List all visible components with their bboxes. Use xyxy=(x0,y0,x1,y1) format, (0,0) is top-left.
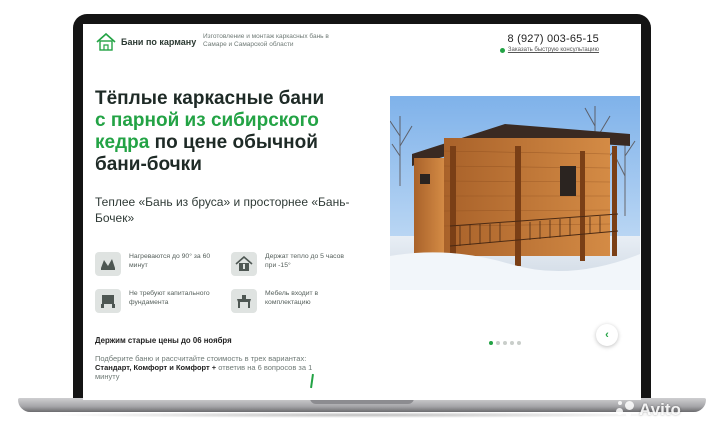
slider-dot[interactable] xyxy=(503,341,507,345)
quiz-lead: Подберите баню и рассчитайте стоимость в… xyxy=(95,354,307,363)
foundation-icon xyxy=(95,289,121,313)
furniture-icon xyxy=(231,289,257,313)
slider-dot[interactable] xyxy=(489,341,493,345)
text-cursor-icon xyxy=(310,373,314,389)
headline-line-1: Тёплые каркасные бани xyxy=(95,88,325,109)
slider-dots xyxy=(489,341,521,345)
slider-dot[interactable] xyxy=(517,341,521,345)
header-tagline: Изготовление и монтаж каркасных бань в С… xyxy=(203,33,329,48)
feature-text: Не требуют капитального фундамента xyxy=(129,290,210,306)
feature-text: Мебель входит в комплектацию xyxy=(265,290,319,306)
feature-text: Держат тепло до 5 часов при -15° xyxy=(265,253,345,269)
callback-link-label: Заказать быструю консультацию xyxy=(507,47,599,53)
hero-subhead: Теплее «Бань из бруса» и просторнее «Бан… xyxy=(95,195,350,225)
online-dot-icon xyxy=(499,47,505,53)
quiz-description: Подберите баню и рассчитайте стоимость в… xyxy=(95,354,315,381)
slider-prev-button[interactable]: ‹ xyxy=(596,324,618,346)
site-logo[interactable]: Бани по карману xyxy=(95,32,196,52)
heat-icon xyxy=(95,252,121,276)
chevron-left-icon: ‹ xyxy=(605,329,609,341)
feature-text: Нагреваются до 90° за 60 минут xyxy=(129,253,211,269)
sauna-photo xyxy=(390,96,640,290)
avito-logo-icon xyxy=(614,399,636,421)
old-prices-note: Держим старые цены до 06 ноября xyxy=(95,336,232,345)
laptop-frame: Бани по карману Изготовление и монтаж ка… xyxy=(0,0,720,436)
feature-heating: Нагреваются до 90° за 60 минут xyxy=(95,252,219,276)
slider-dot[interactable] xyxy=(510,341,514,345)
feature-furniture: Мебель входит в комплектацию xyxy=(231,289,355,313)
laptop-shadow xyxy=(40,412,684,418)
quiz-options: Стандарт, Комфорт и Комфорт + xyxy=(95,363,217,372)
hero-headline: Тёплые каркасные бани с парной из сибирс… xyxy=(95,88,365,176)
site-header: Бани по карману Изготовление и монтаж ка… xyxy=(83,24,641,62)
avito-watermark: Avito xyxy=(614,399,681,421)
website-screen: Бани по карману Изготовление и монтаж ка… xyxy=(83,24,641,400)
feature-foundation: Не требуют капитального фундамента xyxy=(95,289,219,313)
slider-dot[interactable] xyxy=(496,341,500,345)
phone-number[interactable]: 8 (927) 003-65-15 xyxy=(508,33,599,45)
brand-name: Бани по карману xyxy=(121,37,197,47)
feature-heat-retention: Держат тепло до 5 часов при -15° xyxy=(231,252,355,276)
watermark-text: Avito xyxy=(639,400,681,419)
house-logo-icon xyxy=(96,32,116,51)
callback-link[interactable]: Заказать быструю консультацию xyxy=(499,47,599,53)
house-thermometer-icon xyxy=(231,252,257,276)
